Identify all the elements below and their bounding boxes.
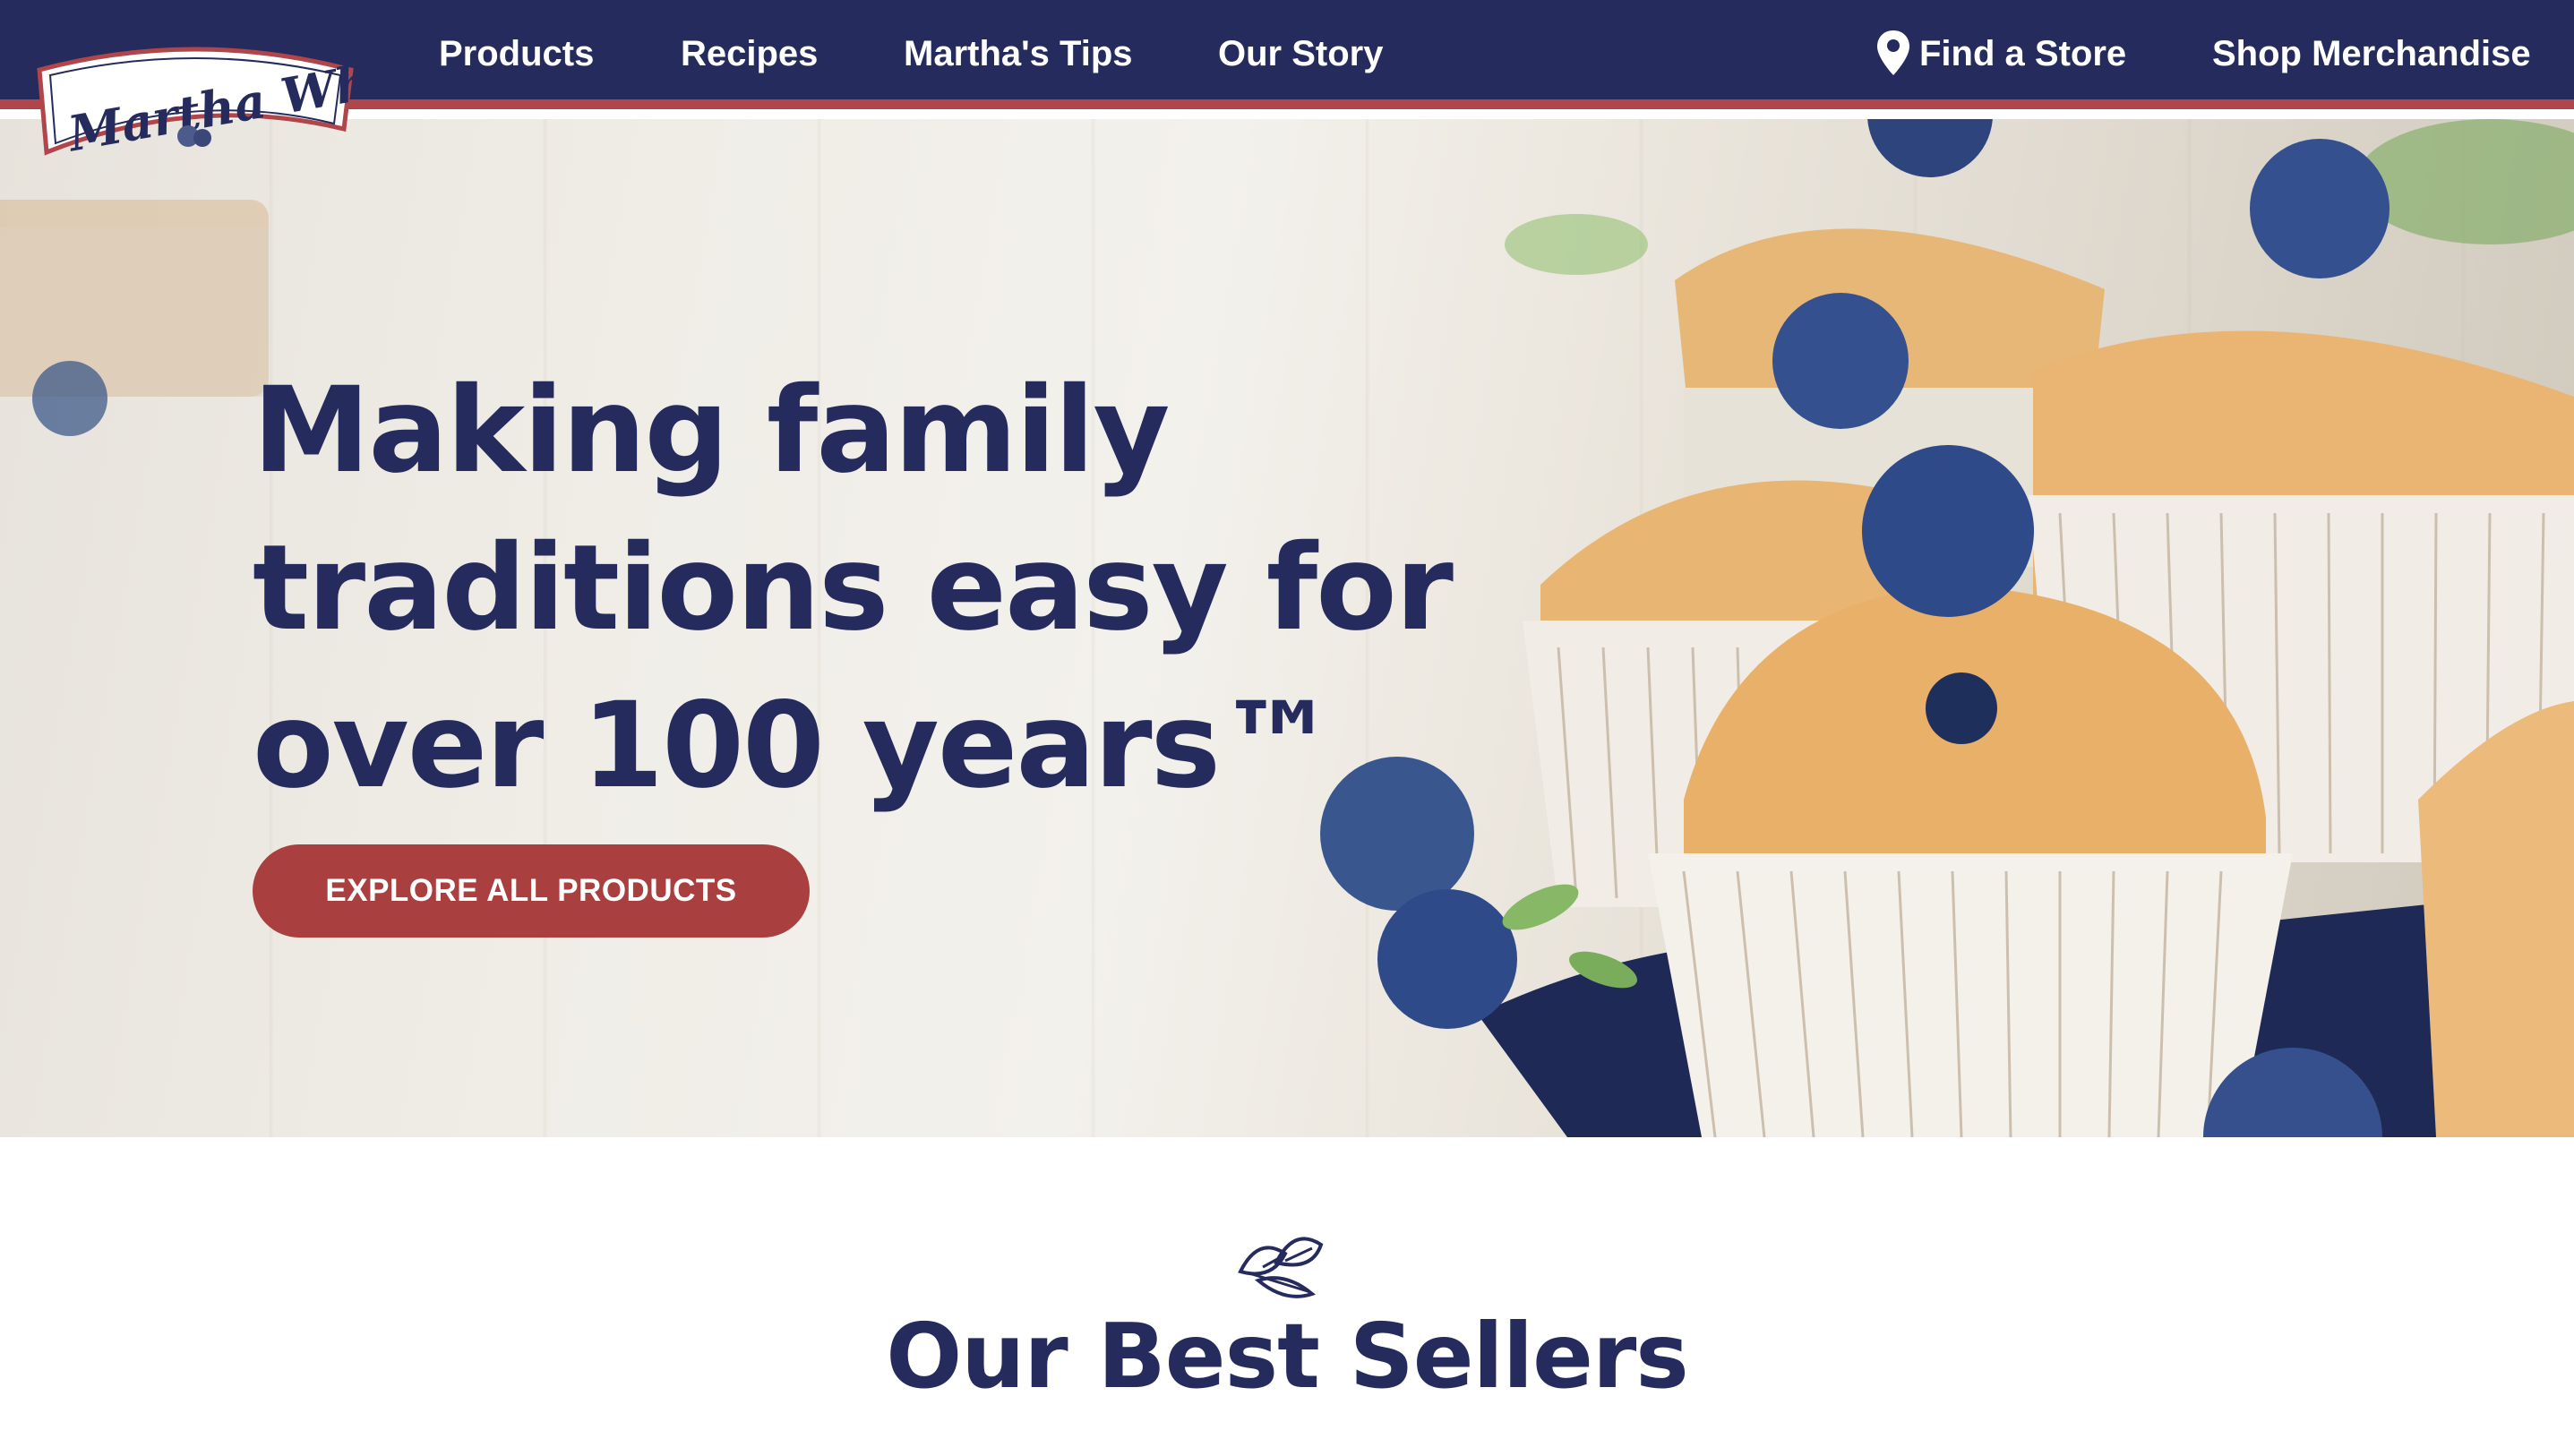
nav-find-a-store[interactable]: Find a Store (1919, 27, 2126, 81)
hero-headline-line-1: Making family (253, 362, 1170, 500)
hero-headline-line-2: traditions easy for (253, 519, 1454, 657)
hero-headline-line-3: over 100 years™ (253, 677, 1337, 815)
nav-our-story[interactable]: Our Story (1218, 27, 1383, 81)
hero-banner: Making family traditions easy for over 1… (0, 119, 2574, 1137)
map-pin-icon[interactable] (1875, 29, 1911, 77)
martha-white-logo[interactable]: Martha White (34, 36, 445, 163)
best-sellers-heading: Our Best Sellers (886, 1304, 1689, 1409)
nav-products[interactable]: Products (439, 27, 594, 81)
nav-recipes[interactable]: Recipes (681, 27, 818, 81)
nav-marthas-tips[interactable]: Martha's Tips (904, 27, 1133, 81)
site-header: Products Recipes Martha's Tips Our Story… (0, 0, 2574, 109)
nav-shop-merchandise[interactable]: Shop Merchandise (2212, 27, 2531, 81)
leaf-sprig-icon (1238, 1237, 1324, 1298)
hero-headline: Making family traditions easy for over 1… (253, 352, 1506, 825)
explore-all-products-button[interactable]: EXPLORE ALL PRODUCTS (253, 844, 810, 938)
